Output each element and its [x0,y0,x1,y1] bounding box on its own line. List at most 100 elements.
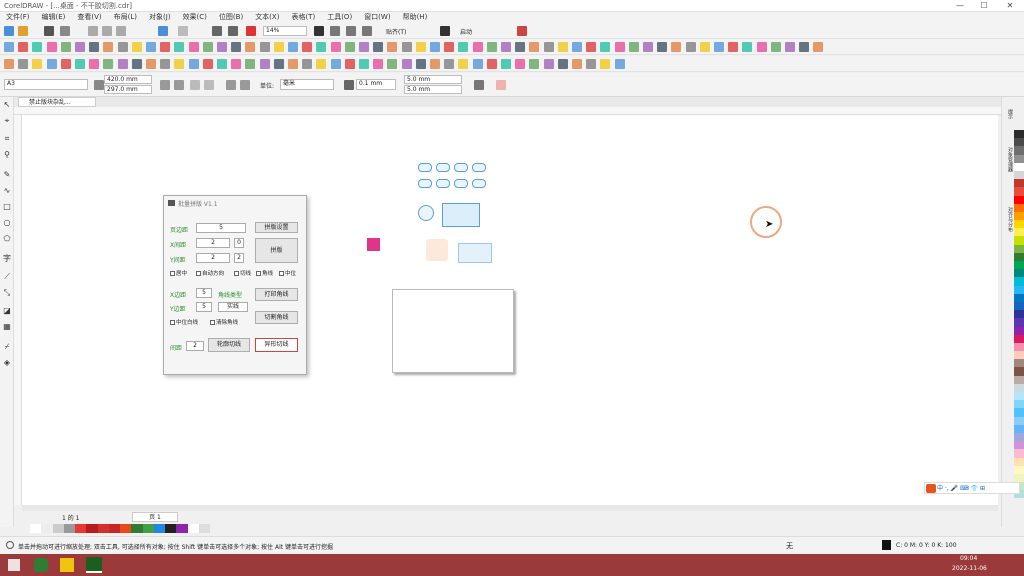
plugin-tool-icon[interactable] [458,59,469,69]
maximize-button[interactable]: ☐ [972,0,996,12]
special-cut-button[interactable]: 异形切线 [255,338,298,352]
plugin-tool-icon[interactable] [245,59,256,69]
plugin-tool-icon[interactable] [614,42,625,52]
rulers-icon[interactable] [330,26,340,36]
document-palette-swatch[interactable] [187,524,199,533]
paste-icon[interactable] [116,26,126,36]
plugin-tool-icon[interactable] [430,59,440,69]
palette-swatch[interactable] [1014,408,1024,417]
palette-swatch[interactable] [1014,179,1024,188]
palette-swatch[interactable] [1014,203,1024,212]
nudge-field[interactable]: 0.1 mm [356,79,396,90]
plugin-tool-icon[interactable] [572,42,582,52]
plugin-tool-icon[interactable] [756,42,767,52]
document-palette-swatch[interactable] [52,524,64,533]
palette-swatch[interactable] [1014,383,1024,392]
page-tab[interactable]: 页 1 [132,512,178,522]
plugin-tool-icon[interactable] [231,42,242,52]
document-palette-swatch[interactable] [41,524,53,533]
plugin-tool-icon[interactable] [131,59,142,69]
y-spacing-input[interactable]: 2 [196,253,230,263]
frame-icon[interactable] [474,80,484,90]
file-explorer-icon[interactable] [60,558,74,572]
palette-swatch[interactable] [1014,244,1024,253]
plugin-tool-icon[interactable] [387,59,398,69]
x-spacing-input[interactable]: 2 [196,238,230,248]
menu-item-5[interactable]: 效果(C) [177,12,213,23]
crop-tool-icon[interactable]: ⌗ [3,135,11,143]
plugin-tool-icon[interactable] [75,42,85,52]
plugin-tool-icon[interactable] [543,59,554,69]
print-mark-button[interactable]: 打印角线 [255,288,298,301]
page-height-field[interactable]: 297.0 mm [104,85,152,94]
plugin-tool-icon[interactable] [529,42,540,52]
plugin-tool-icon[interactable] [572,59,582,69]
plugin-tool-icon[interactable] [46,59,57,69]
palette-swatch[interactable] [1014,261,1024,270]
plugin-tool-icon[interactable] [785,42,795,52]
horizontal-ruler[interactable] [14,107,1004,115]
plugin-tool-icon[interactable] [217,59,227,69]
palette-swatch[interactable] [1014,400,1024,409]
plugin-tool-icon[interactable] [515,59,526,69]
plugin-tool-icon[interactable] [18,59,29,69]
plugin-tool-icon[interactable] [302,42,313,52]
plugin-tool-icon[interactable] [799,42,810,52]
pin-icon[interactable] [496,80,506,90]
plugin-tool-icon[interactable] [714,42,724,52]
plugin-tool-icon[interactable] [160,42,171,52]
zoom-select[interactable]: 14% [263,26,307,36]
palette-swatch[interactable] [1014,318,1024,327]
palette-swatch[interactable] [1014,441,1024,450]
plugin-tool-icon[interactable] [628,42,639,52]
spacing-input[interactable]: 2 [186,341,204,351]
palette-swatch[interactable] [1014,449,1024,458]
palette-swatch[interactable] [1014,416,1024,425]
plugin-tool-icon[interactable] [146,59,156,69]
coreldraw-taskbar-icon[interactable] [86,557,102,573]
plugin-tool-icon[interactable] [557,42,568,52]
undo-icon[interactable] [158,26,168,36]
plugin-tool-icon[interactable] [202,59,213,69]
plugin-tool-icon[interactable] [46,42,57,52]
plugin-tool-icon[interactable] [60,42,71,52]
export-icon[interactable] [228,26,238,36]
plugin-tool-icon[interactable] [259,42,270,52]
document-tab[interactable]: 禁止版块杂乱... [18,97,96,107]
palette-swatch[interactable] [1014,301,1024,311]
cut-mark-button[interactable]: 切割角线 [255,311,298,324]
menu-item-10[interactable]: 窗口(W) [358,12,396,23]
transparency-icon[interactable]: ▦ [3,323,11,331]
plugin-tool-icon[interactable] [4,59,14,69]
document-palette-swatch[interactable] [120,524,132,533]
page-size-select[interactable]: A3 [4,79,88,90]
new-icon[interactable] [4,26,14,36]
bleed-icon[interactable] [240,80,250,90]
plugin-tool-icon[interactable] [146,42,156,52]
palette-swatch[interactable] [1014,367,1024,376]
plugin-tool-icon[interactable] [89,59,100,69]
palette-swatch[interactable] [1014,195,1024,204]
palette-swatch[interactable] [1014,277,1024,286]
guides-icon[interactable] [362,26,372,36]
current-page-icon[interactable] [204,80,214,90]
plugin-tool-icon[interactable] [259,59,270,69]
palette-swatch[interactable] [1014,154,1024,163]
palette-swatch[interactable] [1014,424,1024,433]
sticker-group[interactable] [416,161,490,195]
palette-swatch[interactable] [1014,334,1024,343]
impose-button[interactable]: 拼版 [255,238,298,263]
plugin-tool-icon[interactable] [813,42,824,52]
palette-swatch[interactable] [1014,236,1024,245]
menu-item-7[interactable]: 文本(X) [249,12,285,23]
x-margin-input[interactable]: 5 [196,288,212,298]
plugin-tool-icon[interactable] [117,42,128,52]
document-palette-swatch[interactable] [63,524,75,533]
palette-swatch[interactable] [1014,432,1024,442]
plugin-tool-icon[interactable] [217,42,227,52]
duplicate-y-field[interactable]: 5.0 mm [404,85,462,94]
units-select[interactable]: 毫米 [280,79,334,90]
connector-tool-icon[interactable]: ⤡ [3,289,11,297]
plugin-tool-icon[interactable] [32,59,43,69]
palette-swatch[interactable] [1014,138,1024,147]
